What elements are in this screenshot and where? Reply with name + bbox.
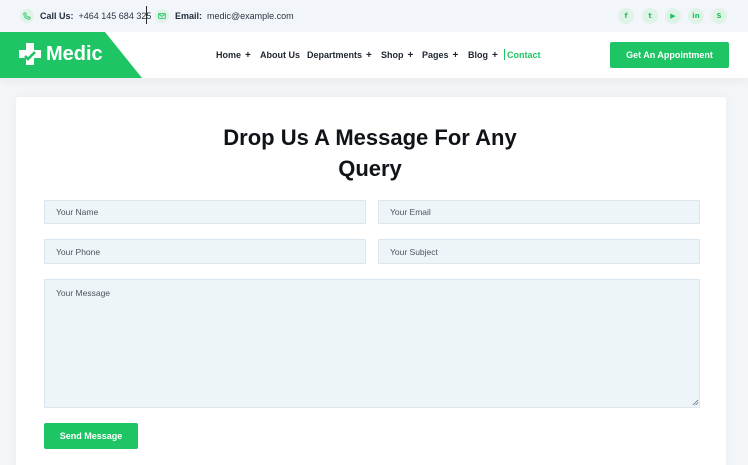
plus-icon: + (492, 49, 498, 61)
phone-input[interactable] (44, 239, 366, 264)
facebook-icon[interactable]: f (618, 8, 634, 24)
plus-icon: + (452, 49, 459, 61)
phone-label: Call Us: (40, 11, 74, 21)
send-message-button[interactable]: Send Message (44, 423, 138, 449)
nav-shop[interactable]: Shop + (381, 47, 413, 63)
phone-icon (20, 9, 34, 23)
email-label: Email: (175, 11, 203, 21)
email-input[interactable] (378, 200, 700, 224)
name-input[interactable] (44, 200, 366, 224)
topbar-divider (146, 6, 147, 24)
twitter-icon[interactable]: t (642, 8, 658, 24)
phone-number[interactable]: +464 145 684 325 (79, 11, 152, 21)
main-header: Medic Home + About Us Departments + Shop + … (0, 32, 748, 78)
linkedin-icon[interactable]: in (688, 8, 704, 24)
nav-contact[interactable]: Contact (507, 47, 541, 63)
email-address[interactable]: medic@example.com (207, 11, 294, 21)
plus-icon: + (366, 49, 372, 61)
nav-label: Contact (507, 50, 541, 60)
form-title: Drop Us A Message For Any Query (0, 122, 740, 184)
nav-label: About Us (260, 50, 300, 60)
plus-icon: + (245, 49, 251, 61)
contact-email: Email: medic@example.com (155, 8, 294, 24)
plus-icon: + (407, 49, 414, 61)
nav-label: Home (216, 50, 242, 60)
resize-grip-icon[interactable] (692, 399, 699, 406)
medical-cross-icon (19, 43, 41, 65)
nav-label: Departments (307, 50, 363, 60)
nav-label: Shop (381, 50, 404, 60)
active-indicator (504, 49, 505, 60)
subject-input[interactable] (378, 239, 700, 264)
message-textarea[interactable] (44, 279, 700, 408)
contact-phone: Call Us: +464 145 684 325 (20, 8, 151, 24)
top-bar: Call Us: +464 145 684 325 Email: medic@e… (0, 0, 748, 32)
get-appointment-button[interactable]: Get An Appointment (610, 42, 729, 68)
nav-home[interactable]: Home + (216, 47, 251, 63)
nav-pages[interactable]: Pages + (422, 47, 458, 63)
form-title-line-2: Query (338, 156, 402, 181)
logo-banner[interactable]: Medic (0, 32, 142, 78)
nav-about-us[interactable]: About Us (260, 47, 300, 63)
nav-label: Blog (468, 50, 488, 60)
form-title-line-1: Drop Us A Message For Any (223, 125, 517, 150)
nav-label: Pages (422, 50, 449, 60)
youtube-icon[interactable]: ▶ (665, 8, 681, 24)
envelope-icon (155, 9, 169, 23)
skype-icon[interactable]: S (711, 8, 727, 24)
nav-departments[interactable]: Departments + (307, 47, 372, 63)
logo-text: Medic (46, 43, 103, 65)
nav-blog[interactable]: Blog + (468, 47, 498, 63)
